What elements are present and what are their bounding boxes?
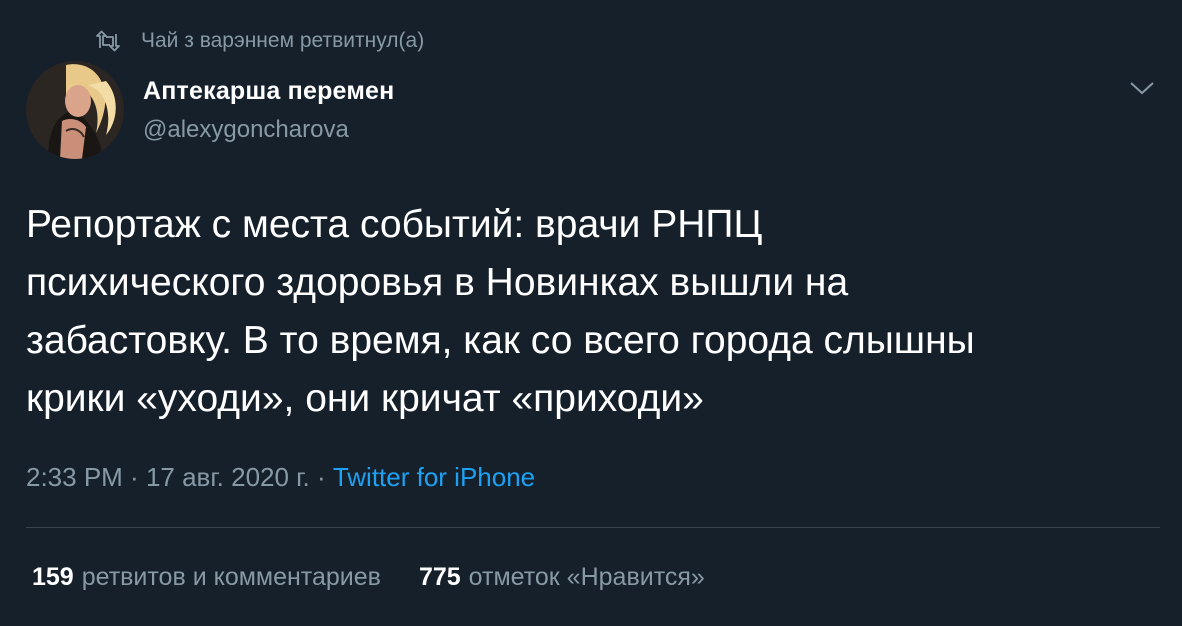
tweet-line: забастовку. В то время, как со всего гор… xyxy=(26,319,975,362)
tweet-line: крики «уходи», они кричат «приходи» xyxy=(26,377,704,420)
tweet-stats: 159 ретвитов и комментариев 775 отметок … xyxy=(32,563,705,592)
tweet-line: психического здоровья в Новинках вышли н… xyxy=(26,261,849,304)
tweet-time[interactable]: 2:33 PM xyxy=(26,462,123,492)
retweets-label: ретвитов и комментариев xyxy=(81,563,381,591)
tweet-line: Репортаж с места событий: врачи РНПЦ xyxy=(26,203,763,246)
likes-count: 775 xyxy=(418,563,461,591)
tweet-meta: 2:33 PM · 17 авг. 2020 г. · Twitter for … xyxy=(26,462,535,493)
retweet-text: Чай з варэннем ретвитнул(а) xyxy=(141,29,425,52)
avatar[interactable] xyxy=(26,61,124,159)
meta-separator: · xyxy=(309,462,333,492)
retweet-icon xyxy=(95,30,121,52)
retweet-context[interactable]: Чай з варэннем ретвитнул(а) xyxy=(95,26,424,56)
divider xyxy=(26,527,1160,528)
tweet-source-link[interactable]: Twitter for iPhone xyxy=(333,462,535,492)
likes-label: отметок «Нравится» xyxy=(468,563,705,591)
author-handle[interactable]: @alexygoncharova xyxy=(143,116,349,144)
chevron-down-icon[interactable] xyxy=(1128,78,1156,98)
likes-stat[interactable]: 775 отметок «Нравится» xyxy=(419,563,705,592)
retweets-stat[interactable]: 159 ретвитов и комментариев xyxy=(32,563,381,592)
retweets-count: 159 xyxy=(32,563,74,591)
avatar-photo-icon xyxy=(26,61,124,159)
meta-separator: · xyxy=(122,462,146,492)
author-display-name[interactable]: Аптекарша перемен xyxy=(143,77,394,106)
tweet-date[interactable]: 17 авг. 2020 г. xyxy=(146,462,310,492)
tweet-text: Репортаж с места событий: врачи РНПЦ пси… xyxy=(26,196,1146,428)
